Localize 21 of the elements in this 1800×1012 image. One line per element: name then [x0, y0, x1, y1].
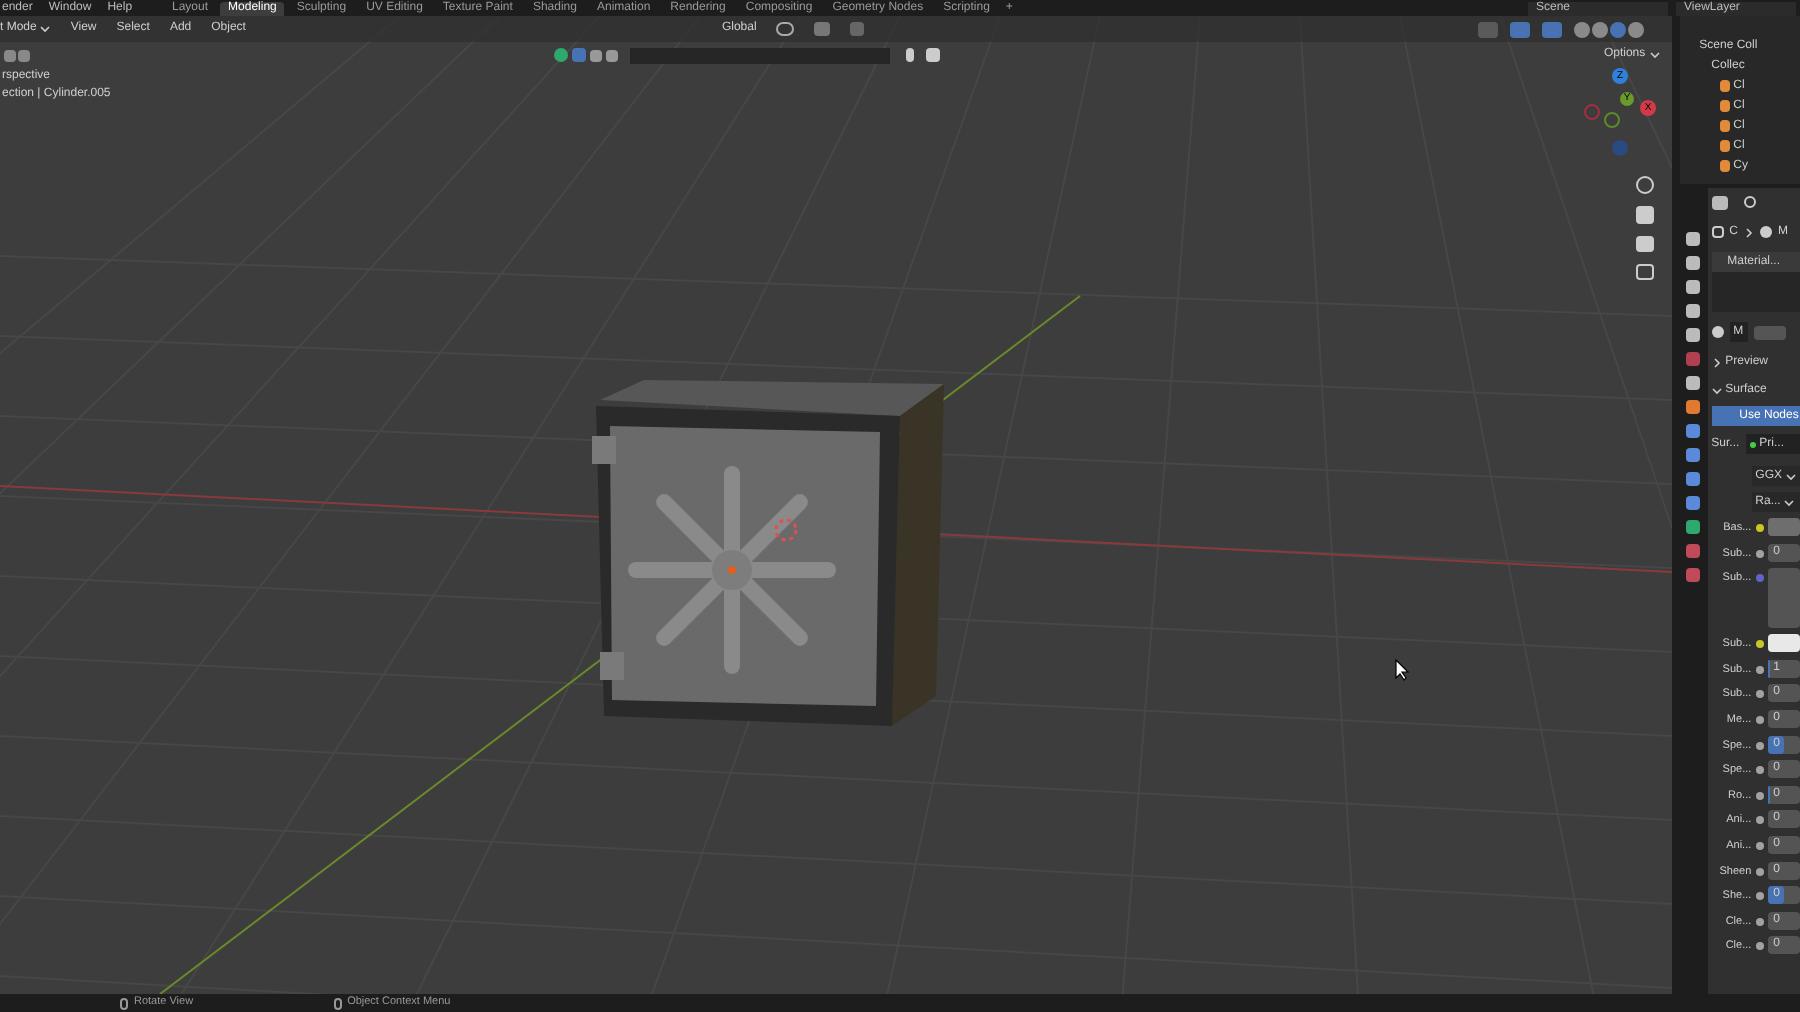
chevron-right-icon	[1711, 357, 1722, 367]
toggle-button[interactable]	[1541, 21, 1562, 37]
shading-mode-button[interactable]	[1573, 21, 1590, 37]
chevron-down-icon	[1649, 50, 1660, 60]
chevron-down-icon	[1784, 497, 1795, 507]
toggle-button[interactable]	[1477, 21, 1498, 37]
shading-mode-button[interactable]	[1609, 21, 1626, 37]
color-swatch[interactable]	[1767, 634, 1800, 653]
chevron-down-icon	[40, 24, 51, 34]
vector-field[interactable]	[1767, 568, 1800, 629]
chevron-down-icon	[1711, 385, 1722, 395]
chevron-down-icon	[1786, 471, 1796, 481]
socket-icon	[1749, 441, 1756, 447]
search-field[interactable]	[630, 47, 890, 63]
mouse-pointer-icon	[1395, 658, 1410, 681]
shading-mode-button[interactable]	[1627, 21, 1644, 37]
chevron-right-icon	[1744, 227, 1754, 237]
color-swatch[interactable]	[1767, 518, 1800, 536]
toggle-button[interactable]	[1509, 21, 1530, 37]
3d-cursor-icon	[774, 518, 798, 542]
shading-mode-button[interactable]	[1591, 21, 1608, 37]
